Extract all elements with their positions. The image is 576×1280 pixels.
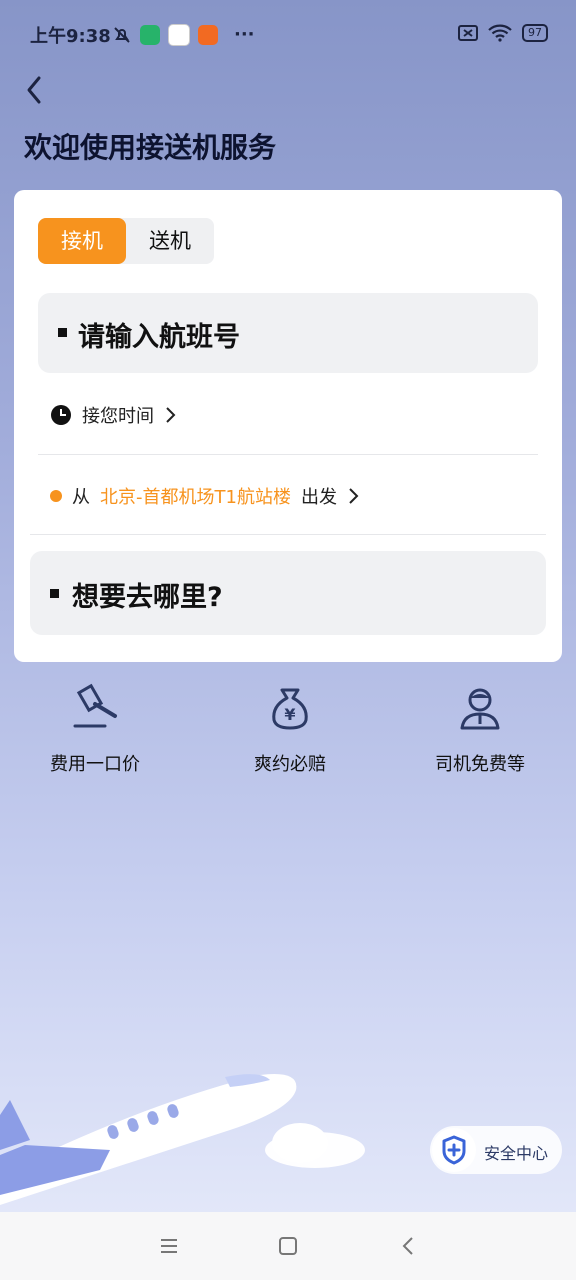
safety-center-button[interactable]: 安全中心 <box>430 1126 562 1174</box>
clock-icon <box>51 405 71 425</box>
shield-app-icon <box>140 25 160 45</box>
gavel-icon <box>73 683 117 728</box>
service-tabs: 接机 送机 <box>38 218 214 264</box>
nav-back-icon[interactable] <box>397 1234 421 1258</box>
feature-fixed-price: 费用一口价 <box>15 682 175 776</box>
divider <box>30 534 546 535</box>
airplane-illustration <box>0 1074 365 1205</box>
battery-icon: 97 <box>522 24 548 42</box>
feature-label: 爽约必赔 <box>254 754 326 775</box>
bullet-square <box>50 589 59 598</box>
departure-row[interactable]: 从 北京-首都机场T1航站楼 出发 <box>50 483 359 509</box>
sim-icon <box>458 25 478 41</box>
svg-text:¥: ¥ <box>284 705 295 724</box>
chevron-right-icon <box>349 488 359 504</box>
back-icon[interactable] <box>18 72 54 108</box>
mute-icon <box>114 27 130 43</box>
money-bag-icon: ¥ <box>272 688 308 730</box>
shield-plus-icon <box>442 1135 466 1165</box>
app-icon <box>198 25 218 45</box>
status-bar: 上午9:38 ··· 97 <box>0 0 576 70</box>
driver-icon <box>460 688 500 730</box>
tab-pickup[interactable]: 接机 <box>38 218 126 264</box>
destination-input[interactable]: 想要去哪里? <box>30 551 546 635</box>
divider <box>38 454 538 455</box>
chevron-right-icon <box>166 407 176 423</box>
qq-icon <box>168 24 190 46</box>
menu-icon[interactable] <box>157 1234 181 1258</box>
feature-list: 费用一口价 ¥ 爽约必赔 司机免费等 <box>0 682 576 782</box>
booking-card: 接机 送机 请输入航班号 接您时间 从 北京-首都机场T1航站楼 出发 想要去哪… <box>14 190 562 662</box>
more-icon: ··· <box>234 24 255 45</box>
flight-number-input[interactable]: 请输入航班号 <box>38 293 538 373</box>
pickup-time-row[interactable]: 接您时间 <box>50 402 176 428</box>
departure-suffix: 出发 <box>300 487 337 508</box>
feature-label: 费用一口价 <box>50 754 140 775</box>
tab-dropoff[interactable]: 送机 <box>126 218 214 264</box>
home-icon[interactable] <box>276 1234 300 1258</box>
safety-center-label: 安全中心 <box>484 1144 549 1163</box>
departure-location: 北京-首都机场T1航站楼 <box>100 487 291 508</box>
bullet-square <box>58 328 67 337</box>
feature-no-show-compensation: ¥ 爽约必赔 <box>210 682 370 776</box>
page-title: 欢迎使用接送机服务 <box>24 131 277 164</box>
wifi-icon <box>488 24 512 42</box>
departure-prefix: 从 <box>72 487 90 508</box>
feature-free-waiting: 司机免费等 <box>400 682 560 776</box>
orange-dot-icon <box>50 490 62 502</box>
status-time: 上午9:38 <box>30 26 111 47</box>
feature-label: 司机免费等 <box>435 754 525 775</box>
destination-placeholder: 想要去哪里? <box>72 582 223 613</box>
pickup-time-label: 接您时间 <box>82 406 154 427</box>
system-nav-bar <box>0 1212 576 1280</box>
flight-number-placeholder: 请输入航班号 <box>78 322 240 353</box>
